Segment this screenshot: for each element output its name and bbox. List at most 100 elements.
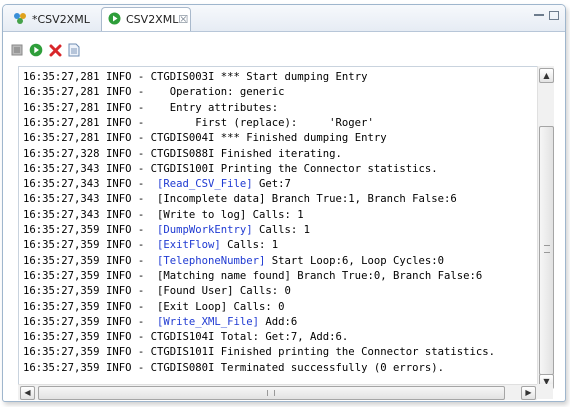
- tab-csv2xml-console[interactable]: CSV2XML ☒: [101, 7, 191, 31]
- log-message: Calls: 1: [220, 239, 279, 252]
- minimize-icon[interactable]: [534, 14, 544, 17]
- log-separator: -: [131, 300, 157, 313]
- log-message: CTGDIS003I *** Start dumping Entry: [150, 71, 368, 83]
- log-line: 16:35:27,359 INFO - [Found User] Calls: …: [23, 284, 291, 299]
- log-level: INFO: [105, 361, 132, 374]
- log-message: CTGDIS100I Printing the Connector statis…: [150, 162, 438, 175]
- log-timestamp: 16:35:27,359: [23, 269, 100, 282]
- log-line: 16:35:27,359 INFO - CTGDIS101I Finished …: [23, 345, 495, 360]
- scroll-left-icon[interactable]: ◀: [20, 386, 35, 400]
- component-link[interactable]: [DumpWorkEntry]: [157, 224, 253, 236]
- component-link[interactable]: [Read_CSV_File]: [157, 178, 253, 190]
- component-link[interactable]: [ExitFlow]: [157, 239, 221, 251]
- log-message: [Matching name found] Branch True:0, Bra…: [156, 269, 483, 282]
- log-separator: -: [131, 346, 151, 359]
- log-separator: -: [131, 178, 157, 191]
- run-button[interactable]: [29, 43, 43, 57]
- tab-bar: *CSV2XML CSV2XML ☒: [3, 5, 565, 32]
- log-message: CTGDIS088I Finished iterating.: [150, 147, 342, 160]
- log-message: CTGDIS101I Finished printing the Connect…: [150, 346, 496, 359]
- log-line: 16:35:27,359 INFO - [Matching name found…: [23, 269, 482, 284]
- component-link[interactable]: [Write_XML_File]: [157, 316, 259, 328]
- log-separator: -: [131, 224, 157, 236]
- log-separator: -: [131, 208, 157, 221]
- log-line: 16:35:27,359 INFO - [TelephoneNumber] St…: [23, 254, 444, 269]
- log-timestamp: 16:35:27,359: [23, 361, 100, 374]
- log-line: 16:35:27,281 INFO - First (replace): 'Ro…: [23, 116, 374, 131]
- log-timestamp: 16:35:27,359: [23, 285, 100, 298]
- log-line: 16:35:27,281 INFO - CTGDIS004I *** Finis…: [23, 131, 387, 146]
- scroll-corner: [537, 384, 553, 399]
- log-level: INFO: [105, 224, 132, 236]
- log-timestamp: 16:35:27,359: [23, 224, 100, 236]
- log-level: INFO: [105, 315, 132, 328]
- log-separator: -: [131, 162, 151, 175]
- document-icon: [68, 43, 80, 57]
- log-message: Calls: 1: [252, 224, 311, 236]
- log-level: INFO: [105, 346, 132, 359]
- log-line: 16:35:27,328 INFO - CTGDIS088I Finished …: [23, 147, 342, 162]
- log-separator: -: [131, 239, 157, 252]
- log-line: 16:35:27,281 INFO - CTGDIS003I *** Start…: [23, 70, 367, 85]
- vertical-scroll-thumb[interactable]: [539, 126, 554, 375]
- close-tab-icon[interactable]: ☒: [178, 13, 188, 26]
- log-separator: -: [131, 132, 151, 145]
- console-output[interactable]: 16:35:27,281 INFO - CTGDIS003I *** Start…: [18, 66, 538, 384]
- horizontal-scroll-thumb[interactable]: [38, 386, 505, 400]
- log-level: INFO: [105, 254, 132, 267]
- tab-label: CSV2XML: [126, 13, 179, 26]
- log-message: Operation: generic: [169, 86, 285, 99]
- log-timestamp: 16:35:27,343: [23, 208, 100, 221]
- clear-console-button[interactable]: [10, 43, 24, 57]
- log-timestamp: 16:35:27,281: [23, 101, 100, 114]
- clear-icon: [11, 44, 23, 56]
- log-separator: -: [131, 254, 157, 267]
- log-timestamp: 16:35:27,281: [23, 116, 100, 129]
- run-icon: [108, 12, 121, 28]
- console-view: *CSV2XML CSV2XML ☒ 16:35:27,281 INFO - C…: [2, 4, 566, 402]
- stop-icon: [49, 44, 61, 56]
- log-level: INFO: [105, 116, 132, 129]
- log-line: 16:35:27,343 INFO - CTGDIS100I Printing …: [23, 162, 438, 177]
- log-level: INFO: [105, 86, 132, 99]
- assembly-line-icon: [13, 12, 27, 27]
- log-message: First (replace): 'Roger': [195, 116, 374, 129]
- log-separator: -: [131, 86, 170, 99]
- log-separator: -: [131, 285, 157, 298]
- console-toolbar: [3, 32, 565, 66]
- log-timestamp: 16:35:27,343: [23, 178, 100, 191]
- maximize-icon[interactable]: [549, 11, 559, 20]
- log-message: Get:7: [252, 178, 291, 191]
- log-separator: -: [131, 269, 157, 282]
- horizontal-scrollbar[interactable]: ◀ ▶: [18, 384, 537, 400]
- tab-label: *CSV2XML: [32, 12, 90, 26]
- log-message: [Found User] Calls: 0: [156, 285, 291, 298]
- log-timestamp: 16:35:27,359: [23, 254, 100, 267]
- log-level: INFO: [105, 193, 132, 206]
- log-timestamp: 16:35:27,281: [23, 86, 100, 99]
- log-level: INFO: [105, 101, 132, 114]
- scroll-up-icon[interactable]: ▲: [539, 68, 554, 83]
- log-line: 16:35:27,343 INFO - [Write to log] Calls…: [23, 208, 304, 223]
- log-line: 16:35:27,359 INFO - [DumpWorkEntry] Call…: [23, 223, 310, 238]
- log-level: INFO: [105, 147, 132, 160]
- tab-csv2xml-editor[interactable]: *CSV2XML: [7, 8, 101, 30]
- open-log-button[interactable]: [67, 43, 81, 57]
- scroll-right-icon[interactable]: ▶: [521, 386, 536, 400]
- log-line: 16:35:27,359 INFO - [Exit Loop] Calls: 0: [23, 300, 285, 315]
- log-level: INFO: [105, 132, 132, 145]
- vertical-scrollbar[interactable]: ▲ ▼: [537, 66, 554, 389]
- log-line: 16:35:27,343 INFO - [Incomplete data] Br…: [23, 192, 457, 207]
- component-link[interactable]: [TelephoneNumber]: [157, 255, 265, 267]
- log-line: 16:35:27,281 INFO - Entry attributes:: [23, 101, 278, 116]
- log-separator: -: [131, 71, 151, 83]
- log-separator: -: [131, 361, 151, 374]
- log-level: INFO: [105, 239, 132, 252]
- log-separator: -: [131, 101, 170, 114]
- log-timestamp: 16:35:27,343: [23, 162, 100, 175]
- log-message: [Exit Loop] Calls: 0: [156, 300, 285, 313]
- log-line: 16:35:27,359 INFO - CTGDIS104I Total: Ge…: [23, 330, 348, 345]
- log-level: INFO: [105, 162, 132, 175]
- stop-button[interactable]: [48, 43, 62, 57]
- log-message: Start Loop:6, Loop Cycles:0: [265, 254, 444, 267]
